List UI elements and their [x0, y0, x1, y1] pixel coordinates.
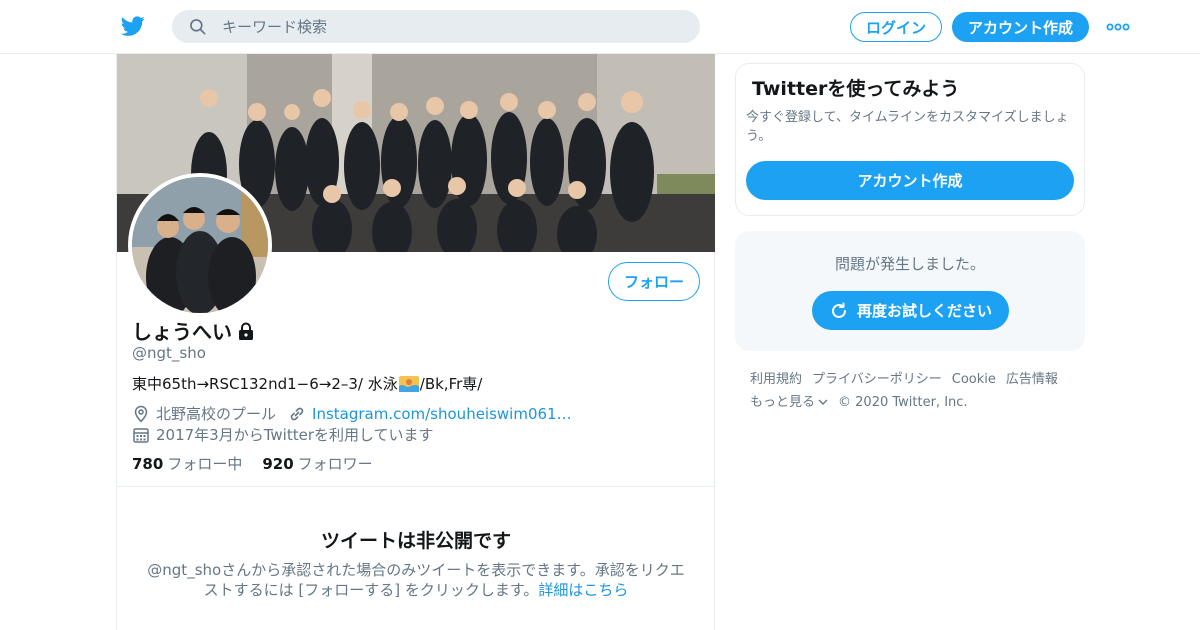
lock-icon — [239, 322, 253, 340]
footer-cookie-link[interactable]: Cookie — [952, 368, 996, 391]
followers-count: 920 — [262, 455, 294, 473]
profile-column: フォロー しょうへい @ngt_sho 東中65th→RSC132nd1−6→2… — [116, 54, 715, 630]
profile-handle[interactable]: @ngt_sho — [132, 344, 206, 362]
search-bar — [172, 10, 700, 43]
footer-ads-link[interactable]: 広告情報 — [1006, 368, 1058, 391]
search-icon — [190, 19, 206, 35]
display-name: しょうへい — [132, 320, 232, 344]
following-stat[interactable]: 780 フォロー中 — [132, 453, 242, 474]
footer-links: 利用規約 プライバシーポリシー Cookie 広告情報 もっと見る © 2020 Twi… — [750, 368, 1090, 414]
profile-bio: 東中65th→RSC132nd1−6→2–3/ 水泳 /Bk,Fr専/ — [132, 373, 482, 394]
followers-label: フォロワー — [297, 455, 373, 473]
following-label: フォロー中 — [167, 455, 243, 473]
footer-more-label: もっと見る — [750, 395, 816, 410]
profile-stats: 780 フォロー中 920 フォロワー — [132, 453, 393, 474]
profile-website-link[interactable]: Instagram.com/shouheiswim061… — [312, 405, 572, 423]
footer-privacy-link[interactable]: プライバシーポリシー — [812, 368, 942, 391]
footer-terms-link[interactable]: 利用規約 — [750, 368, 802, 391]
retry-button[interactable]: 再度お試しください — [812, 291, 1009, 330]
refresh-icon — [832, 302, 846, 318]
follow-button[interactable]: フォロー — [608, 262, 700, 301]
signup-card-button[interactable]: アカウント作成 — [746, 161, 1074, 200]
footer-copyright: © 2020 Twitter, Inc. — [838, 395, 968, 410]
login-button[interactable]: ログイン — [850, 12, 942, 42]
profile-name: しょうへい — [132, 316, 256, 345]
bio-text-1: 東中65th→RSC132nd1−6→2–3/ 水泳 — [132, 375, 398, 393]
signup-button[interactable]: アカウント作成 — [952, 12, 1089, 42]
retry-label: 再度お試しください — [856, 302, 992, 320]
twitter-bird-icon[interactable] — [120, 14, 146, 38]
error-message: 問題が発生しました。 — [834, 255, 985, 273]
profile-location: 北野高校のプール — [156, 405, 277, 423]
top-bar: ログイン アカウント作成 — [0, 0, 1200, 54]
more-dots-icon[interactable] — [1106, 20, 1130, 34]
profile-meta-joined: 2017年3月からTwitterを利用しています — [132, 424, 434, 445]
protected-tweets-message: @ngt_shoさんから承認された場合のみツイートを表示できます。承認をリクエス… — [142, 560, 690, 600]
location-pin-icon — [134, 405, 148, 423]
calendar-icon — [133, 427, 149, 443]
followers-stat[interactable]: 920 フォロワー — [262, 453, 372, 474]
profile-avatar[interactable] — [128, 173, 272, 317]
swim-emoji-icon — [398, 375, 419, 392]
footer-more-link[interactable]: もっと見る — [750, 391, 828, 414]
learn-more-link[interactable]: 詳細はこちら — [538, 581, 628, 599]
following-count: 780 — [132, 455, 164, 473]
bio-text-2: /Bk,Fr専/ — [419, 375, 483, 393]
profile-joined-date: 2017年3月からTwitterを利用しています — [156, 426, 434, 444]
protected-tweets-title: ツイートは非公開です — [320, 530, 511, 552]
search-input[interactable] — [222, 10, 682, 43]
signup-card-title: Twitterを使ってみよう — [752, 78, 960, 100]
chevron-down-icon — [818, 399, 828, 405]
section-divider — [117, 486, 715, 487]
error-card: 問題が発生しました。 再度お試しください — [735, 231, 1085, 351]
link-icon — [290, 407, 304, 420]
signup-card: Twitterを使ってみよう 今すぐ登録して、タイムラインをカスタマイズしましょ… — [735, 63, 1085, 216]
profile-meta-location-link: 北野高校のプール Instagram.com/shouheiswim061… — [132, 403, 572, 424]
signup-card-text: 今すぐ登録して、タイムラインをカスタマイズしましょう。 — [746, 110, 1069, 144]
avatar-image — [132, 177, 268, 313]
